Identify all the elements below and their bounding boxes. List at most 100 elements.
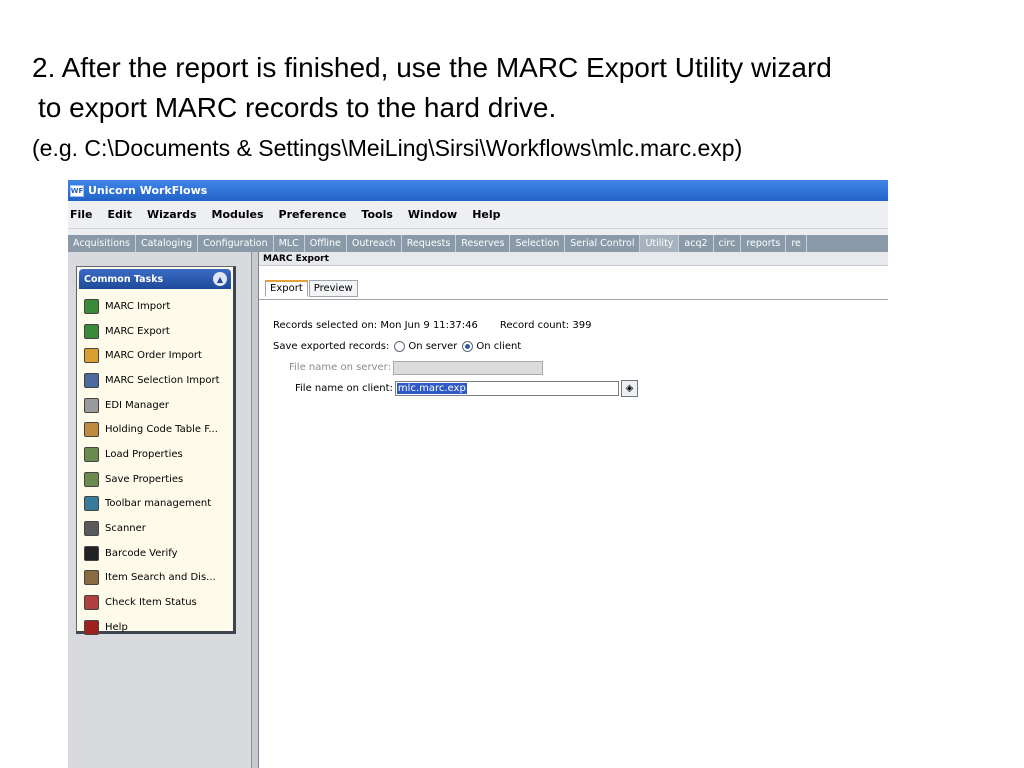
module-tab-acquisitions[interactable]: Acquisitions	[68, 235, 136, 252]
menu-wizards[interactable]: Wizards	[147, 208, 197, 221]
module-tab-mlc[interactable]: MLC	[274, 235, 305, 252]
module-tab-requests[interactable]: Requests	[402, 235, 457, 252]
task-item[interactable]: Scanner	[84, 516, 233, 541]
task-item[interactable]: MARC Order Import	[84, 343, 233, 368]
task-label: Barcode Verify	[105, 547, 178, 559]
menu-window[interactable]: Window	[408, 208, 457, 221]
window-title: Unicorn WorkFlows	[88, 184, 208, 197]
task-item[interactable]: Save Properties	[84, 467, 233, 492]
workflows-app-icon: WF	[70, 184, 84, 197]
browse-icon[interactable]: ◈	[620, 380, 638, 397]
common-tasks-panel: Common Tasks ▲ MARC Import MARC Export MAR…	[76, 266, 236, 635]
records-selected-text: Records selected on: Mon Jun 9 11:37:46	[273, 320, 478, 331]
module-tab-cataloging[interactable]: Cataloging	[136, 235, 199, 252]
load-properties-icon	[84, 446, 99, 462]
task-item[interactable]: Item Search and Dis...	[84, 566, 233, 591]
menu-tools[interactable]: Tools	[361, 208, 392, 221]
item-search-icon	[84, 570, 99, 586]
task-label: MARC Export	[105, 325, 170, 337]
task-list: MARC Import MARC Export MARC Order Import M…	[77, 291, 233, 640]
task-item[interactable]: EDI Manager	[84, 393, 233, 418]
barcode-verify-icon	[84, 545, 99, 561]
client-filename-label: File name on client:	[295, 383, 393, 394]
module-tab-selection[interactable]: Selection	[510, 235, 566, 252]
task-item[interactable]: MARC Export	[84, 319, 233, 344]
task-item[interactable]: MARC Selection Import	[84, 368, 233, 393]
task-label: EDI Manager	[105, 399, 169, 411]
radio-on-server[interactable]	[394, 341, 406, 352]
slide-line-3: (e.g. C:\Documents & Settings\MeiLing\Si…	[32, 135, 743, 161]
marc-export-icon	[84, 323, 99, 339]
tab-preview[interactable]: Preview	[308, 280, 358, 297]
export-form: Records selected on: Mon Jun 9 11:37:46 …	[273, 315, 638, 399]
title-bar: WF Unicorn WorkFlows	[68, 180, 888, 201]
module-tab-acq2[interactable]: acq2	[679, 235, 714, 252]
client-filename-field[interactable]: mlc.marc.exp	[394, 381, 619, 396]
task-item[interactable]: MARC Import	[84, 294, 233, 319]
scanner-icon	[84, 521, 99, 537]
task-label: MARC Order Import	[105, 350, 202, 362]
module-tab-bar: Acquisitions Cataloging Configuration ML…	[68, 235, 888, 252]
sidebar: Common Tasks ▲ MARC Import MARC Export MAR…	[68, 252, 252, 768]
export-subtabs: Export Preview	[265, 280, 359, 297]
task-label: Item Search and Dis...	[105, 572, 216, 584]
save-records-label: Save exported records:	[273, 341, 390, 352]
task-item[interactable]: Check Item Status	[84, 590, 233, 615]
task-item[interactable]: Barcode Verify	[84, 541, 233, 566]
slide-line-2: to export MARC records to the hard drive…	[38, 92, 557, 123]
task-label: MARC Import	[105, 300, 171, 312]
menu-file[interactable]: File	[70, 208, 93, 221]
task-label: Check Item Status	[105, 597, 197, 609]
main-content: MARC Export Export Preview Records selec…	[258, 252, 888, 768]
module-tab-outreach[interactable]: Outreach	[347, 235, 402, 252]
collapse-icon[interactable]: ▲	[213, 272, 227, 286]
on-client-label[interactable]: On client	[476, 341, 521, 352]
module-tab-reports[interactable]: reports	[741, 235, 787, 252]
task-item[interactable]: Holding Code Table F...	[84, 417, 233, 442]
slide-line-1: 2. After the report is finished, use the…	[32, 52, 832, 83]
menu-help[interactable]: Help	[472, 208, 500, 221]
marc-order-import-icon	[84, 348, 99, 364]
task-label: Scanner	[105, 523, 146, 535]
save-properties-icon	[84, 471, 99, 487]
module-tab-reserves[interactable]: Reserves	[456, 235, 511, 252]
menu-modules[interactable]: Modules	[212, 208, 264, 221]
common-tasks-header[interactable]: Common Tasks ▲	[79, 269, 231, 289]
task-label: Save Properties	[105, 473, 184, 485]
module-tab-utility[interactable]: Utility	[640, 235, 680, 252]
radio-on-client[interactable]	[462, 341, 474, 352]
edi-manager-icon	[84, 397, 99, 413]
task-label: Toolbar management	[105, 498, 212, 510]
task-label: MARC Selection Import	[105, 374, 220, 386]
module-tab-offline[interactable]: Offline	[305, 235, 347, 252]
task-label: Load Properties	[105, 448, 183, 460]
client-filename-value: mlc.marc.exp	[396, 383, 467, 394]
task-item[interactable]: Help	[84, 615, 233, 640]
help-icon	[84, 619, 99, 635]
holding-code-table-icon	[84, 422, 99, 438]
check-item-status-icon	[84, 595, 99, 611]
task-label: Help	[105, 621, 128, 633]
module-tab-re[interactable]: re	[786, 235, 807, 252]
on-server-label[interactable]: On server	[408, 341, 457, 352]
menu-preference[interactable]: Preference	[279, 208, 347, 221]
common-tasks-title: Common Tasks	[84, 273, 164, 285]
tab-export[interactable]: Export	[265, 280, 308, 297]
task-label: Holding Code Table F...	[105, 424, 218, 436]
task-item[interactable]: Toolbar management	[84, 492, 233, 517]
menu-bar: File Edit Wizards Modules Preference Too…	[68, 201, 888, 229]
server-filename-field	[392, 360, 543, 375]
server-filename-label: File name on server:	[289, 362, 391, 373]
app-window: WF Unicorn WorkFlows File Edit Wizards M…	[68, 180, 888, 768]
marc-selection-import-icon	[84, 372, 99, 388]
marc-import-icon	[84, 298, 99, 314]
menu-edit[interactable]: Edit	[108, 208, 132, 221]
record-count-text: Record count: 399	[499, 320, 592, 331]
task-item[interactable]: Load Properties	[84, 442, 233, 467]
toolbar-management-icon	[84, 496, 99, 512]
subtab-divider	[259, 299, 888, 300]
module-tab-serial-control[interactable]: Serial Control	[565, 235, 641, 252]
module-tab-circ[interactable]: circ	[714, 235, 742, 252]
module-tab-configuration[interactable]: Configuration	[198, 235, 274, 252]
section-title: MARC Export	[259, 252, 888, 266]
